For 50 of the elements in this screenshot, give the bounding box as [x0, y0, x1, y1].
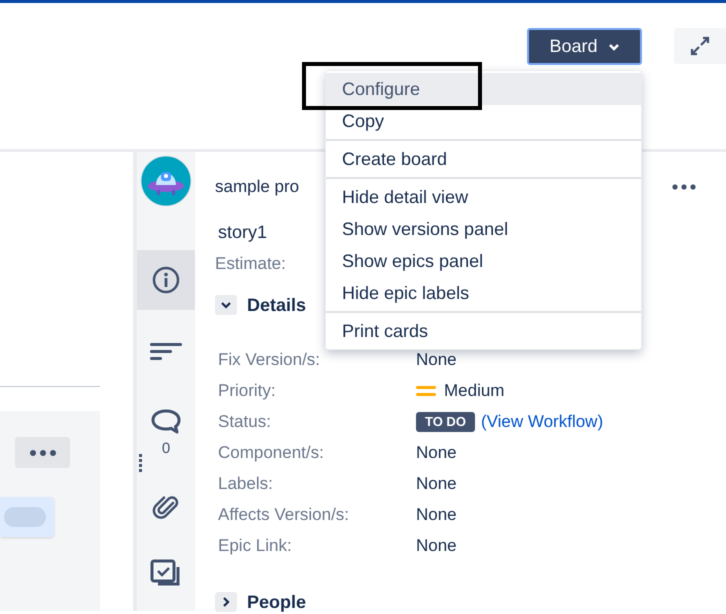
field-value: None	[416, 442, 457, 464]
section-heading[interactable]: People	[247, 588, 306, 614]
field-value: None	[416, 534, 457, 557]
placeholder-pill	[4, 507, 46, 527]
field-label: Labels:	[218, 472, 274, 495]
field-value: Medium	[444, 380, 504, 402]
comment-count: 0	[162, 440, 170, 458]
menu-item[interactable]: Show versions panel	[326, 213, 641, 245]
chevron-down-icon	[608, 42, 620, 52]
menu-item[interactable]: Show epics panel	[326, 245, 641, 277]
menu-item[interactable]: Hide detail view	[326, 181, 641, 213]
field-label: Fix Version/s:	[218, 348, 322, 371]
field-label: Affects Version/s:	[218, 504, 350, 526]
menu-item[interactable]: Copy	[326, 105, 641, 137]
field-label: Status:	[218, 410, 272, 433]
menu-item[interactable]: Hide epic labels	[326, 277, 641, 309]
board-button[interactable]: Board	[527, 28, 642, 65]
view-workflow-link[interactable]: (View Workflow)	[480, 408, 604, 434]
paperclip-icon	[152, 494, 180, 522]
ellipsis-icon	[30, 450, 56, 456]
field-label: Component/s:	[218, 442, 325, 464]
chevron-icon	[220, 596, 232, 608]
comment-icon	[150, 408, 182, 434]
details-toggle[interactable]	[215, 295, 237, 315]
priority-icon	[416, 384, 436, 396]
field-value: None	[416, 348, 457, 371]
sidebar-tab[interactable]	[137, 250, 195, 310]
field-value: None	[416, 472, 457, 495]
lines-icon	[150, 342, 182, 360]
more-button[interactable]	[15, 437, 70, 468]
menu-item[interactable]: Print cards	[326, 315, 641, 347]
fullscreen-button[interactable]	[674, 28, 726, 64]
drag-handle-icon[interactable]	[139, 454, 143, 472]
info-icon	[152, 266, 180, 294]
section-heading[interactable]: Details	[247, 292, 306, 318]
sidebar-tab[interactable]: 0	[137, 388, 195, 478]
field-label: Priority:	[218, 380, 277, 402]
field-label: Epic Link:	[218, 534, 293, 557]
field-value: None	[416, 504, 457, 526]
chevron-icon	[220, 299, 232, 311]
issue-summary: story1	[218, 221, 268, 244]
project-avatar	[140, 155, 192, 207]
expand-icon	[690, 36, 710, 56]
project-name[interactable]: sample pro	[215, 174, 300, 200]
people-toggle[interactable]	[215, 592, 237, 612]
more-icon[interactable]	[672, 184, 696, 190]
menu-item[interactable]: Create board	[326, 143, 641, 175]
menu-item[interactable]: Configure	[326, 73, 641, 105]
estimate-label: Estimate:	[215, 253, 286, 275]
status-badge: TO DO	[416, 412, 475, 432]
